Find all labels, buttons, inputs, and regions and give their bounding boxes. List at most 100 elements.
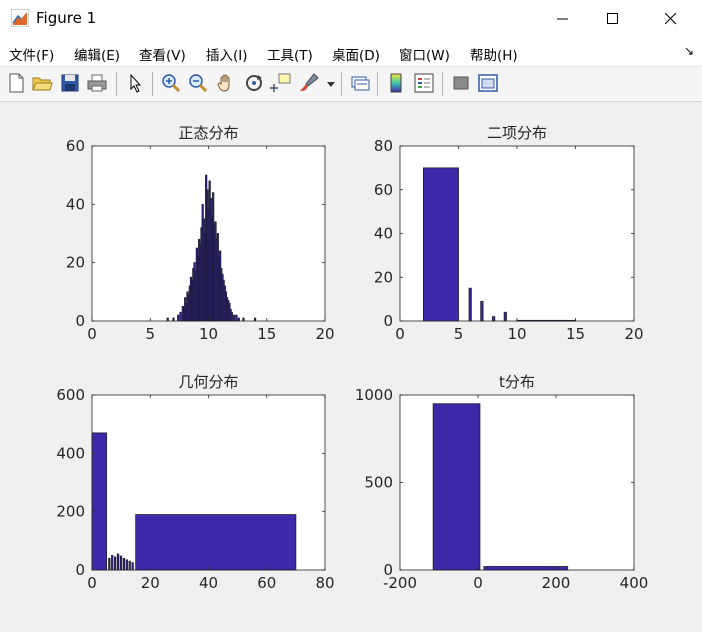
x-tick-label: 20 (141, 574, 160, 592)
histogram-bar (111, 555, 114, 571)
toolbar-separator (442, 72, 443, 96)
link-icon[interactable] (349, 72, 371, 94)
menu-edit[interactable]: 编辑(E) (74, 44, 120, 64)
y-tick-label: 40 (374, 225, 393, 243)
y-tick-label: 200 (56, 503, 85, 521)
pointer-icon[interactable] (124, 72, 146, 94)
dock-arrow-icon[interactable]: ↘ (684, 44, 694, 58)
histogram-bar (135, 514, 297, 571)
x-tick-label: 20 (315, 325, 334, 343)
minimize-icon (557, 18, 568, 20)
pan-icon[interactable] (215, 72, 237, 94)
histogram-bar (422, 167, 459, 322)
show-plot-tools-icon[interactable] (477, 72, 499, 94)
toolbar-separator (341, 72, 342, 96)
x-tick-label: 400 (620, 574, 649, 592)
save-icon[interactable] (59, 72, 81, 94)
rotate-icon[interactable] (243, 72, 265, 94)
histogram-bar (125, 559, 128, 571)
maximize-button[interactable] (590, 0, 636, 38)
x-tick-label: 40 (199, 574, 218, 592)
maximize-icon (607, 13, 618, 24)
y-tick-label: 600 (56, 386, 85, 404)
histogram-bar (242, 317, 245, 322)
data-cursor-icon[interactable] (270, 72, 292, 94)
histogram-bar (237, 317, 240, 322)
menu-bar: 文件(F) 编辑(E) 查看(V) 插入(I) 工具(T) 桌面(D) 窗口(W… (0, 38, 702, 67)
x-tick-label: 0 (473, 574, 483, 592)
y-tick-label: 20 (66, 254, 85, 272)
y-tick-label: 0 (75, 312, 85, 330)
new-figure-icon[interactable] (5, 72, 27, 94)
x-tick-label: 20 (624, 325, 643, 343)
histogram-bar (432, 403, 481, 571)
brush-icon[interactable] (298, 72, 320, 94)
menu-view[interactable]: 查看(V) (139, 44, 186, 64)
x-tick-label: 0 (395, 325, 405, 343)
chart-title: 几何分布 (178, 373, 238, 391)
y-tick-label: 400 (56, 444, 85, 462)
chevron-down-icon[interactable] (327, 82, 335, 88)
colorbar-icon[interactable] (385, 72, 407, 94)
menu-insert[interactable]: 插入(I) (206, 44, 248, 64)
x-tick-label: 0 (87, 574, 97, 592)
y-tick-label: 60 (66, 137, 85, 155)
open-icon[interactable] (31, 72, 53, 94)
menu-file[interactable]: 文件(F) (9, 44, 54, 64)
matlab-logo-icon (11, 9, 29, 27)
menu-help[interactable]: 帮助(H) (470, 44, 518, 64)
chart-title: 二项分布 (487, 124, 547, 142)
window-titlebar: Figure 1 (0, 0, 702, 38)
x-tick-label: 15 (566, 325, 585, 343)
y-tick-label: 0 (75, 561, 85, 579)
x-tick-label: 5 (454, 325, 464, 343)
histogram-bar (235, 314, 238, 322)
histogram-bar (131, 562, 134, 571)
close-icon (665, 13, 677, 25)
y-tick-label: 1000 (355, 386, 393, 404)
menu-window[interactable]: 窗口(W) (399, 44, 450, 64)
histogram-bar (177, 314, 180, 322)
figure-canvas: 0 5 10 15 20 0 20 40 60 正态分布 0 5 10 15 20 0 20 40 60 80 二项分布… (0, 102, 702, 628)
menu-desktop[interactable]: 桌面(D) (332, 44, 380, 64)
y-tick-label: 0 (383, 312, 393, 330)
x-tick-label: 10 (199, 325, 218, 343)
hide-plot-tools-icon[interactable] (450, 72, 472, 94)
histogram-bar (492, 316, 496, 322)
histogram-bar (480, 300, 484, 322)
print-icon[interactable] (86, 72, 108, 94)
subplots-svg: 0 5 10 15 200204060正态分布0 5 10 15 20020406080二项分布… (56, 124, 649, 592)
x-tick-label: 200 (542, 574, 571, 592)
y-tick-label: 20 (374, 268, 393, 286)
histogram-bar (233, 314, 236, 322)
legend-icon[interactable] (413, 72, 435, 94)
close-button[interactable] (648, 0, 694, 38)
histogram-bar (483, 566, 569, 571)
window-title: Figure 1 (36, 9, 97, 27)
menu-tools[interactable]: 工具(T) (267, 44, 313, 64)
histogram-bar (179, 311, 182, 322)
toolbar-separator (152, 72, 153, 96)
zoom-out-icon[interactable] (187, 72, 209, 94)
histogram-bar (114, 556, 117, 571)
zoom-in-icon[interactable] (160, 72, 182, 94)
y-tick-label: 500 (364, 474, 393, 492)
x-tick-label: 15 (257, 325, 276, 343)
y-tick-label: 60 (374, 181, 393, 199)
minimize-button[interactable] (540, 0, 586, 38)
toolbar-separator (116, 72, 117, 96)
histogram-bar (254, 317, 257, 322)
x-tick-label: 5 (145, 325, 155, 343)
y-tick-label: 0 (383, 561, 393, 579)
histogram-bar (172, 317, 175, 322)
histogram-bar (468, 287, 472, 322)
x-tick-label: 0 (87, 325, 97, 343)
toolbar-separator (377, 72, 378, 96)
histogram-bar (108, 557, 111, 571)
histogram-bar (503, 311, 507, 322)
x-tick-label: 80 (315, 574, 334, 592)
histogram-bar (119, 555, 123, 571)
histogram-bar (122, 557, 126, 571)
y-tick-label: 40 (66, 195, 85, 213)
chart-title: t分布 (499, 373, 535, 391)
